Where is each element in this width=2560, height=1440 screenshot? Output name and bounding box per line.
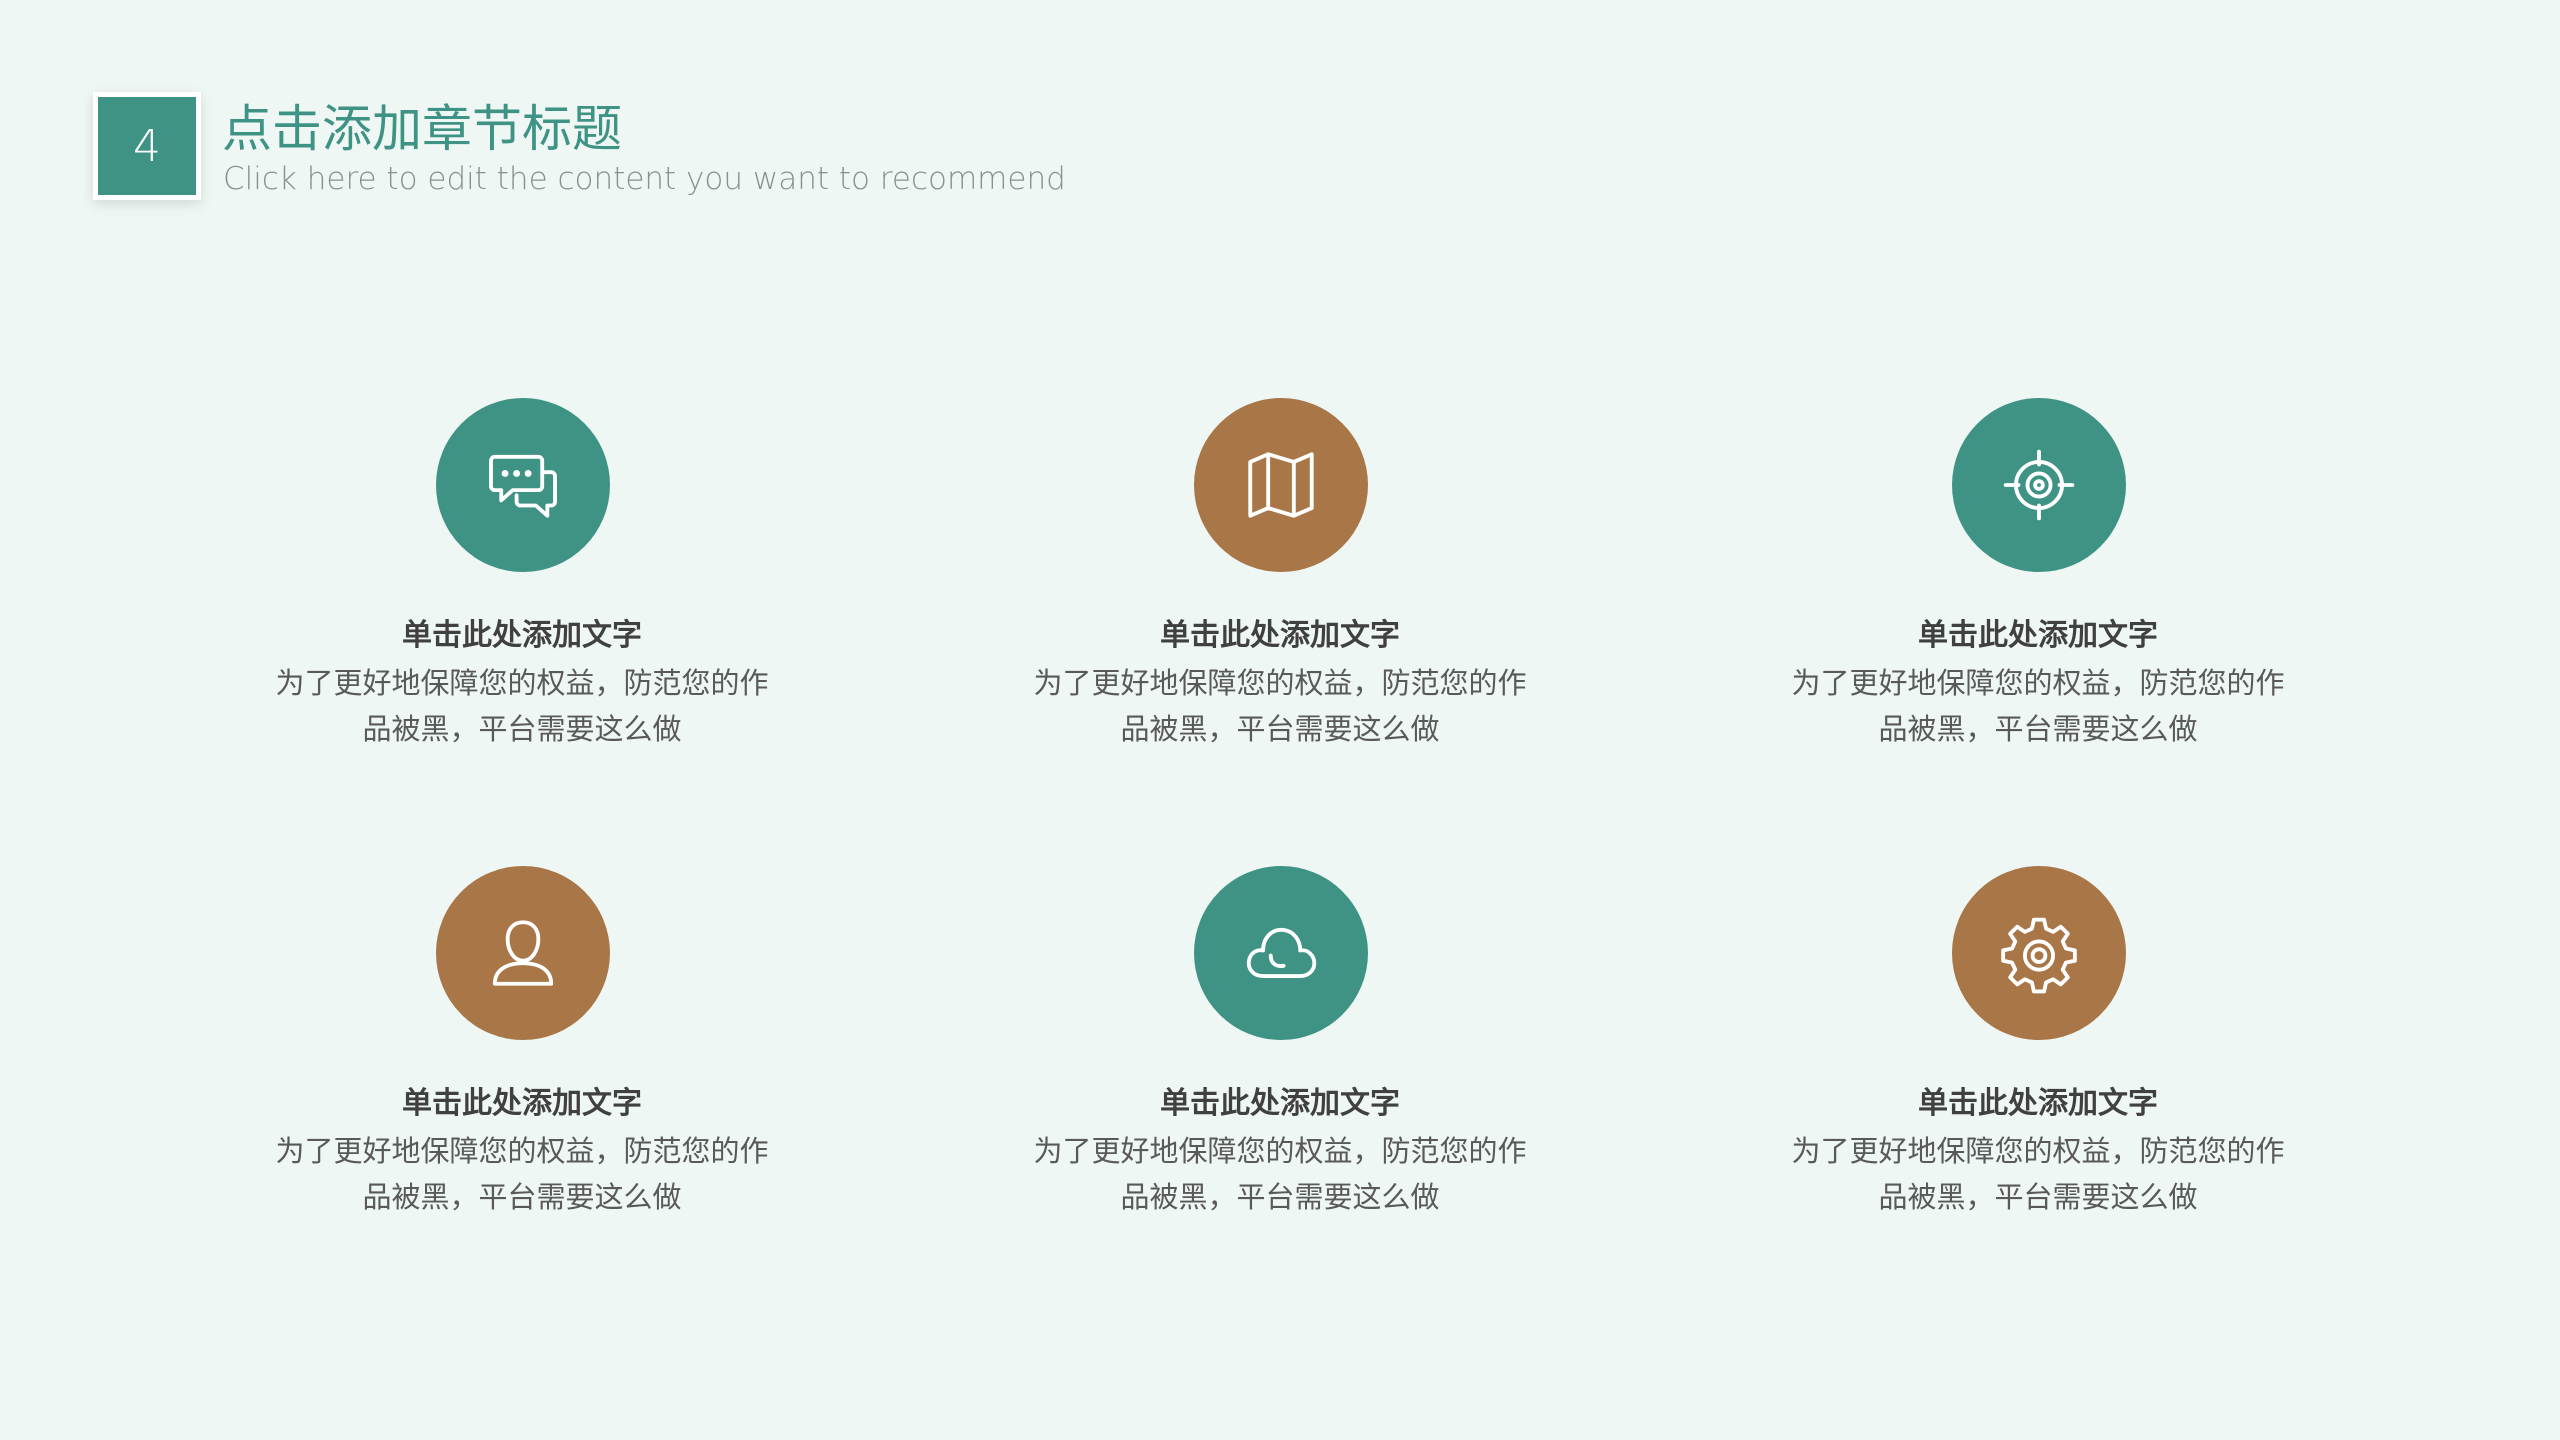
icon-circle[interactable] xyxy=(1952,866,2126,1040)
item-title[interactable]: 单击此处添加文字 xyxy=(1718,1084,2358,1124)
item-description[interactable]: 为了更好地保障您的权益，防范您的作 品被黑，平台需要这么做 xyxy=(262,1128,782,1220)
feature-item-6: 单击此处添加文字 为了更好地保障您的权益，防范您的作 品被黑，平台需要这么做 xyxy=(1718,866,2358,1266)
icon-circle[interactable] xyxy=(436,398,610,572)
item-description[interactable]: 为了更好地保障您的权益，防范您的作 品被黑，平台需要这么做 xyxy=(1778,1128,2298,1220)
section-number: 4 xyxy=(133,120,161,172)
icon-circle[interactable] xyxy=(1952,398,2126,572)
section-title[interactable]: 点击添加章节标题 xyxy=(222,96,622,162)
cloud-icon xyxy=(1246,928,1317,978)
item-description[interactable]: 为了更好地保障您的权益，防范您的作 品被黑，平台需要这么做 xyxy=(1020,1128,1540,1220)
item-title[interactable]: 单击此处添加文字 xyxy=(1718,616,2358,656)
item-desc-line-2: 品被黑，平台需要这么做 xyxy=(1878,712,2198,746)
item-desc-line-1: 为了更好地保障您的权益，防范您的作 xyxy=(1791,666,2285,700)
item-description[interactable]: 为了更好地保障您的权益，防范您的作 品被黑，平台需要这么做 xyxy=(1778,660,2298,752)
item-description[interactable]: 为了更好地保障您的权益，防范您的作 品被黑，平台需要这么做 xyxy=(1020,660,1540,752)
icon-circle[interactable] xyxy=(436,866,610,1040)
item-title[interactable]: 单击此处添加文字 xyxy=(202,1084,842,1124)
item-desc-line-2: 品被黑，平台需要这么做 xyxy=(1120,1180,1440,1214)
feature-item-4: 单击此处添加文字 为了更好地保障您的权益，防范您的作 品被黑，平台需要这么做 xyxy=(202,866,842,1266)
item-title[interactable]: 单击此处添加文字 xyxy=(202,616,842,656)
feature-item-5: 单击此处添加文字 为了更好地保障您的权益，防范您的作 品被黑，平台需要这么做 xyxy=(960,866,1600,1266)
item-desc-line-2: 品被黑，平台需要这么做 xyxy=(1878,1180,2198,1214)
item-desc-line-1: 为了更好地保障您的权益，防范您的作 xyxy=(1033,666,1527,700)
feature-item-1: 单击此处添加文字 为了更好地保障您的权益，防范您的作 品被黑，平台需要这么做 xyxy=(202,398,842,798)
item-desc-line-1: 为了更好地保障您的权益，防范您的作 xyxy=(275,1134,769,1168)
slide: 4 点击添加章节标题 Click here to edit the conten… xyxy=(0,0,2560,1440)
item-desc-line-2: 品被黑，平台需要这么做 xyxy=(362,712,682,746)
map-icon xyxy=(1248,452,1314,518)
item-desc-line-2: 品被黑，平台需要这么做 xyxy=(362,1180,682,1214)
gear-icon xyxy=(2001,917,2077,994)
section-subtitle[interactable]: Click here to edit the content you want … xyxy=(223,160,1066,198)
user-icon xyxy=(492,920,554,986)
item-desc-line-1: 为了更好地保障您的权益，防范您的作 xyxy=(1791,1134,2285,1168)
item-desc-line-2: 品被黑，平台需要这么做 xyxy=(1120,712,1440,746)
item-title[interactable]: 单击此处添加文字 xyxy=(960,1084,1600,1124)
item-description[interactable]: 为了更好地保障您的权益，防范您的作 品被黑，平台需要这么做 xyxy=(262,660,782,752)
chat-bubbles-icon xyxy=(489,454,557,518)
feature-item-2: 单击此处添加文字 为了更好地保障您的权益，防范您的作 品被黑，平台需要这么做 xyxy=(960,398,1600,798)
target-icon xyxy=(2003,449,2075,521)
item-desc-line-1: 为了更好地保障您的权益，防范您的作 xyxy=(275,666,769,700)
item-desc-line-1: 为了更好地保障您的权益，防范您的作 xyxy=(1033,1134,1527,1168)
item-title[interactable]: 单击此处添加文字 xyxy=(960,616,1600,656)
icon-circle[interactable] xyxy=(1194,866,1368,1040)
icon-circle[interactable] xyxy=(1194,398,1368,572)
feature-item-3: 单击此处添加文字 为了更好地保障您的权益，防范您的作 品被黑，平台需要这么做 xyxy=(1718,398,2358,798)
section-number-badge[interactable]: 4 xyxy=(93,92,201,200)
